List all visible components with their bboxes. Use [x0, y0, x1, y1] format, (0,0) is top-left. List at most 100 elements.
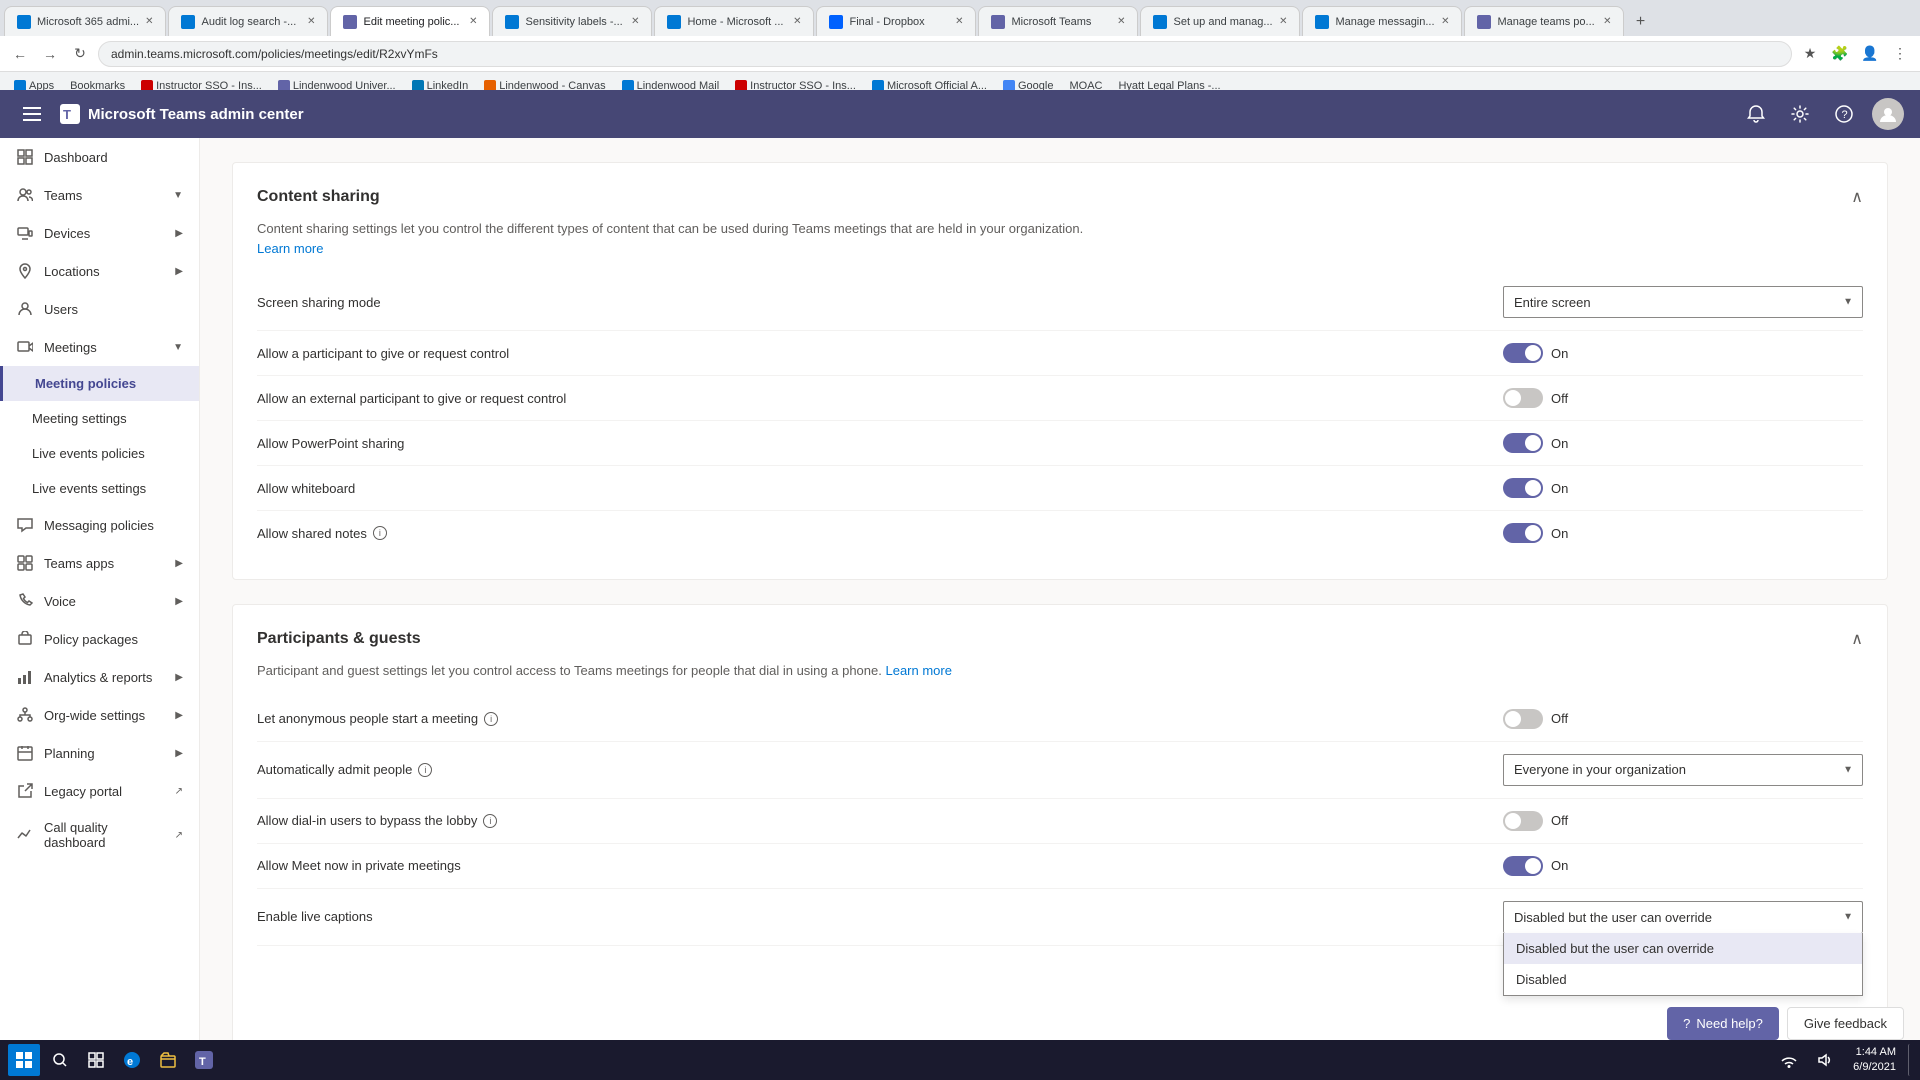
allow-powerpoint-toggle[interactable] [1503, 433, 1543, 453]
taskbar-teams-button[interactable]: T [188, 1044, 220, 1076]
content-sharing-collapse-button[interactable]: ∧ [1851, 187, 1863, 207]
sidebar-item-org-wide-settings[interactable]: Org-wide settings ▶ [0, 696, 199, 734]
tab-close[interactable]: ✕ [1279, 16, 1287, 27]
start-button[interactable] [8, 1044, 40, 1076]
sidebar-item-policy-packages[interactable]: Policy packages [0, 620, 199, 658]
sidebar-item-call-quality-dashboard[interactable]: Call quality dashboard ↗ [0, 810, 199, 860]
settings-icon[interactable] [1784, 98, 1816, 130]
allow-shared-notes-info-icon[interactable]: i [373, 526, 387, 540]
meet-now-private-label: Allow Meet now in private meetings [257, 858, 1503, 873]
extensions-button[interactable]: 🧩 [1828, 42, 1852, 66]
screen-sharing-mode-control: Entire screen ▼ [1503, 286, 1863, 318]
menu-button[interactable]: ⋮ [1888, 42, 1912, 66]
sidebar-item-live-events-policies[interactable]: Live events policies [0, 436, 199, 471]
auto-admit-trigger[interactable]: Everyone in your organization ▼ [1503, 754, 1863, 786]
participants-guests-learn-more[interactable]: Learn more [885, 663, 951, 678]
tab-close[interactable]: ✕ [955, 16, 963, 27]
tab-close[interactable]: ✕ [307, 16, 315, 27]
taskbar-clock[interactable]: 1:44 AM 6/9/2021 [1845, 1045, 1904, 1076]
dashboard-icon [16, 148, 34, 166]
sidebar-item-locations[interactable]: Locations ▶ [0, 252, 199, 290]
anon-start-info-icon[interactable]: i [484, 712, 498, 726]
dial-in-bypass-info-icon[interactable]: i [483, 814, 497, 828]
taskbar-volume-icon[interactable] [1809, 1044, 1841, 1076]
taskbar-edge-button[interactable]: e [116, 1044, 148, 1076]
user-avatar[interactable] [1872, 98, 1904, 130]
sidebar-item-meeting-settings[interactable]: Meeting settings [0, 401, 199, 436]
sidebar-item-devices[interactable]: Devices ▶ [0, 214, 199, 252]
sidebar-item-voice[interactable]: Voice ▶ [0, 582, 199, 620]
tab-teams[interactable]: Microsoft Teams ✕ [978, 6, 1138, 36]
anon-start-toggle[interactable] [1503, 709, 1543, 729]
sidebar-item-meetings[interactable]: Meetings ▼ [0, 328, 199, 366]
dial-in-bypass-row: Allow dial-in users to bypass the lobby … [257, 799, 1863, 844]
live-captions-trigger[interactable]: Disabled but the user can override ▼ [1503, 901, 1863, 933]
taskbar: e T 1:44 AM 6/9/2021 [0, 1040, 1920, 1080]
tab-close[interactable]: ✕ [1441, 16, 1449, 27]
auto-admit-dropdown: Everyone in your organization ▼ [1503, 754, 1863, 786]
new-tab-button[interactable]: + [1626, 8, 1654, 36]
tab-close[interactable]: ✕ [1603, 16, 1611, 27]
sidebar-item-legacy-portal[interactable]: Legacy portal ↗ [0, 772, 199, 810]
tab-close[interactable]: ✕ [631, 16, 639, 27]
sidebar-item-dashboard[interactable]: Dashboard [0, 138, 199, 176]
sidebar-item-teams[interactable]: Teams ▼ [0, 176, 199, 214]
taskbar-network-icon[interactable] [1773, 1044, 1805, 1076]
hamburger-menu-button[interactable] [16, 98, 48, 130]
meet-now-private-toggle[interactable] [1503, 856, 1543, 876]
tab-audit[interactable]: Audit log search -... ✕ [168, 6, 328, 36]
back-button[interactable]: ← [8, 42, 32, 66]
sidebar-item-teams-apps[interactable]: Teams apps ▶ [0, 544, 199, 582]
tab-messaging[interactable]: Manage messagin... ✕ [1302, 6, 1462, 36]
address-bar[interactable]: admin.teams.microsoft.com/policies/meeti… [98, 41, 1792, 67]
sidebar-label-voice: Voice [44, 594, 165, 609]
teams-chevron-icon: ▼ [173, 190, 183, 201]
allow-external-give-control-toggle[interactable] [1503, 388, 1543, 408]
tab-close[interactable]: ✕ [1117, 16, 1125, 27]
tab-home[interactable]: Home - Microsoft ... ✕ [654, 6, 814, 36]
dial-in-bypass-toggle[interactable] [1503, 811, 1543, 831]
help-icon[interactable]: ? [1828, 98, 1860, 130]
allow-whiteboard-toggle[interactable] [1503, 478, 1543, 498]
external-link-icon: ↗ [175, 786, 183, 797]
sidebar-item-meeting-policies[interactable]: Meeting policies [0, 366, 199, 401]
tab-dropbox[interactable]: Final - Dropbox ✕ [816, 6, 976, 36]
reload-button[interactable]: ↻ [68, 42, 92, 66]
taskbar-search-button[interactable] [44, 1044, 76, 1076]
tab-close[interactable]: ✕ [793, 16, 801, 27]
screen-sharing-mode-trigger[interactable]: Entire screen ▼ [1503, 286, 1863, 318]
tab-sensitivity[interactable]: Sensitivity labels -... ✕ [492, 6, 652, 36]
taskbar-file-explorer-button[interactable] [152, 1044, 184, 1076]
need-help-button[interactable]: ? Need help? [1667, 1007, 1779, 1040]
forward-button[interactable]: → [38, 42, 62, 66]
taskbar-show-desktop-button[interactable] [1908, 1044, 1912, 1076]
content-sharing-title: Content sharing [257, 188, 380, 206]
sidebar-item-messaging-policies[interactable]: Messaging policies [0, 506, 199, 544]
dial-in-bypass-label: Allow dial-in users to bypass the lobby … [257, 813, 1503, 828]
tab-favicon [829, 15, 843, 29]
live-captions-option-disabled[interactable]: Disabled [1504, 964, 1862, 995]
tab-setup[interactable]: Set up and manag... ✕ [1140, 6, 1300, 36]
profile-button[interactable]: 👤 [1858, 42, 1882, 66]
sidebar-label-live-events-settings: Live events settings [32, 481, 183, 496]
auto-admit-info-icon[interactable]: i [418, 763, 432, 777]
sidebar-item-analytics-reports[interactable]: Analytics & reports ▶ [0, 658, 199, 696]
screen-sharing-mode-label: Screen sharing mode [257, 295, 1503, 310]
give-feedback-button[interactable]: Give feedback [1787, 1007, 1904, 1040]
live-captions-option-disabled-override[interactable]: Disabled but the user can override [1504, 933, 1862, 964]
star-button[interactable]: ★ [1798, 42, 1822, 66]
taskbar-taskview-button[interactable] [80, 1044, 112, 1076]
allow-give-control-toggle[interactable] [1503, 343, 1543, 363]
sidebar-item-planning[interactable]: Planning ▶ [0, 734, 199, 772]
tab-close[interactable]: ✕ [145, 16, 153, 27]
allow-shared-notes-toggle[interactable] [1503, 523, 1543, 543]
content-sharing-learn-more[interactable]: Learn more [257, 241, 323, 256]
participants-guests-collapse-button[interactable]: ∧ [1851, 629, 1863, 649]
sidebar-item-users[interactable]: Users [0, 290, 199, 328]
notifications-icon[interactable] [1740, 98, 1772, 130]
tab-close[interactable]: ✕ [469, 16, 477, 27]
tab-teams-pol[interactable]: Manage teams po... ✕ [1464, 6, 1624, 36]
tab-edit-meeting[interactable]: Edit meeting polic... ✕ [330, 6, 490, 36]
sidebar-item-live-events-settings[interactable]: Live events settings [0, 471, 199, 506]
tab-microsoft365[interactable]: Microsoft 365 admi... ✕ [4, 6, 166, 36]
